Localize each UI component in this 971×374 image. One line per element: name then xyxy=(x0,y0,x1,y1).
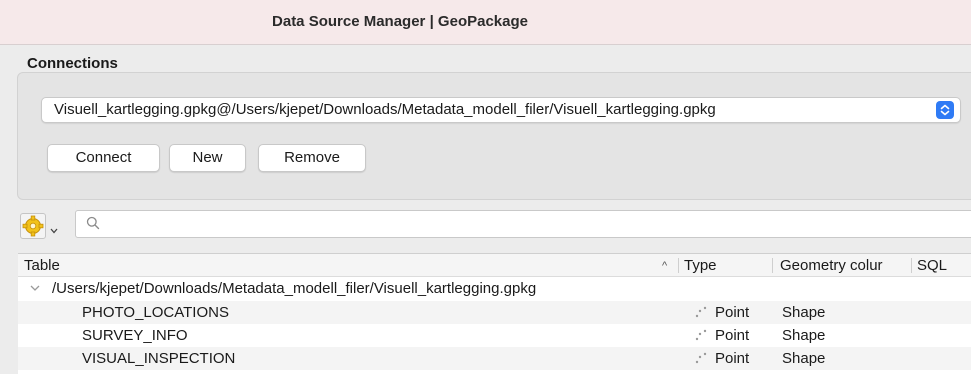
layer-table: Table ^ Type Geometry colur SQL /Users/k… xyxy=(18,253,971,374)
column-type[interactable]: Type xyxy=(684,257,717,274)
layer-name: PHOTO_LOCATIONS xyxy=(82,304,229,321)
chevron-down-icon[interactable] xyxy=(30,285,40,292)
layer-type: Point xyxy=(715,350,750,367)
layer-geometry: Shape xyxy=(782,327,826,344)
layer-name: VISUAL_INSPECTION xyxy=(82,350,236,367)
remove-button[interactable]: Remove xyxy=(258,144,366,172)
chevron-down-icon[interactable] xyxy=(50,228,58,234)
point-layer-icon xyxy=(695,329,707,341)
new-button[interactable]: New xyxy=(169,144,246,172)
layer-name: SURVEY_INFO xyxy=(82,327,188,344)
gear-icon xyxy=(22,215,44,237)
table-row[interactable]: PHOTO_LOCATIONS Point Shape xyxy=(18,301,971,324)
connection-select[interactable]: Visuell_kartlegging.gpkg@/Users/kjepet/D… xyxy=(41,97,961,123)
column-geometry[interactable]: Geometry colur xyxy=(780,257,908,274)
connections-group: Visuell_kartlegging.gpkg@/Users/kjepet/D… xyxy=(17,72,971,200)
tree-group-row[interactable]: /Users/kjepet/Downloads/Metadata_modell_… xyxy=(18,277,971,300)
group-path: /Users/kjepet/Downloads/Metadata_modell_… xyxy=(52,280,537,297)
table-row[interactable]: SURVEY_INFO Point Shape xyxy=(18,324,971,347)
search-icon xyxy=(86,216,100,230)
connections-label: Connections xyxy=(27,55,118,72)
layer-geometry: Shape xyxy=(782,304,826,321)
search-input[interactable] xyxy=(75,210,971,238)
table-header: Table ^ Type Geometry colur SQL xyxy=(18,254,971,277)
updown-chevron-icon[interactable] xyxy=(936,101,954,119)
point-layer-icon xyxy=(695,352,707,364)
settings-menu-button[interactable] xyxy=(20,213,46,239)
layer-type: Point xyxy=(715,327,750,344)
point-layer-icon xyxy=(695,306,707,318)
layer-type: Point xyxy=(715,304,750,321)
title-bar: Data Source Manager | GeoPackage xyxy=(0,0,971,45)
sort-indicator: ^ xyxy=(662,260,668,272)
window-title: Data Source Manager | GeoPackage xyxy=(272,13,528,30)
table-row[interactable]: VISUAL_INSPECTION Point Shape xyxy=(18,347,971,370)
connect-button[interactable]: Connect xyxy=(47,144,160,172)
connection-select-value: Visuell_kartlegging.gpkg@/Users/kjepet/D… xyxy=(54,101,716,118)
column-sql[interactable]: SQL xyxy=(917,257,947,274)
column-table[interactable]: Table xyxy=(24,257,60,274)
layer-geometry: Shape xyxy=(782,350,826,367)
